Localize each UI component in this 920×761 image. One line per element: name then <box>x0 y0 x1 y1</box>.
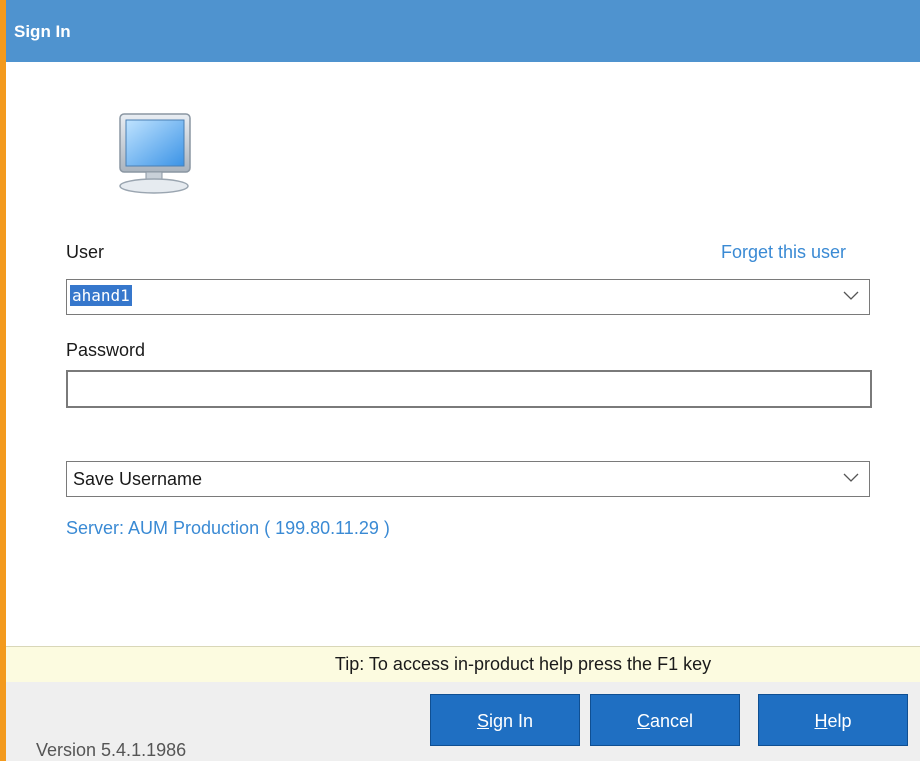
help-accel: H <box>814 711 828 731</box>
cancel-label: ancel <box>649 711 694 731</box>
sign-in-dialog: Sign In User Forget this user ahand1 Pas… <box>0 0 920 761</box>
help-label: elp <box>827 711 852 731</box>
chevron-down-icon[interactable] <box>843 290 859 302</box>
sign-in-label: ign In <box>488 711 534 731</box>
title-bar: Sign In <box>6 0 920 62</box>
save-option-combobox[interactable]: Save Username <box>66 461 870 497</box>
chevron-down-icon[interactable] <box>843 472 859 484</box>
help-button[interactable]: Help <box>758 694 908 746</box>
cancel-button[interactable]: Cancel <box>590 694 740 746</box>
monitor-icon <box>119 113 191 194</box>
server-info: Server: AUM Production ( 199.80.11.29 ) <box>66 518 390 538</box>
password-label: Password <box>66 340 146 360</box>
sign-in-button[interactable]: Sign In <box>430 694 580 746</box>
window-title: Sign In <box>14 22 71 41</box>
cancel-accel: C <box>636 711 650 731</box>
password-input[interactable] <box>66 370 872 408</box>
save-option-value: Save Username <box>73 469 203 489</box>
version-label: Version 5.4.1.1986 <box>36 740 187 760</box>
user-value: ahand1 <box>70 285 132 306</box>
user-label: User <box>66 242 105 262</box>
sign-in-accel: S <box>476 711 489 731</box>
forget-user-link[interactable]: Forget this user <box>721 242 846 263</box>
tip-text: Tip: To access in-product help press the… <box>334 654 712 674</box>
tip-bar: Tip: To access in-product help press the… <box>6 646 920 682</box>
user-combobox[interactable]: ahand1 <box>66 279 870 315</box>
